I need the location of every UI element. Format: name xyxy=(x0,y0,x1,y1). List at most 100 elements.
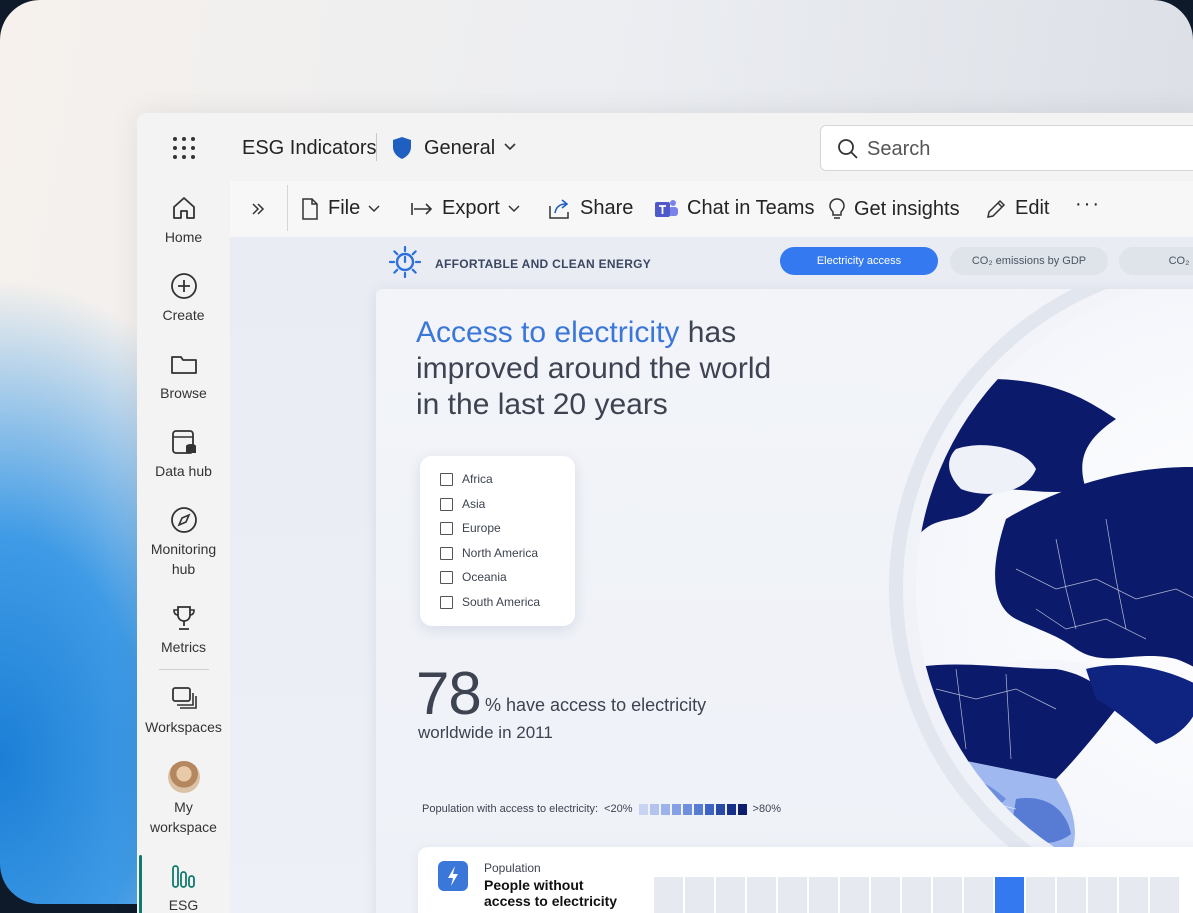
legend-swatch xyxy=(715,803,725,815)
card-title: People without access to electricity xyxy=(484,877,618,909)
filter-europe[interactable]: Europe xyxy=(440,521,501,535)
kpi-value: 78 xyxy=(416,660,482,727)
home-icon xyxy=(172,197,195,219)
filter-oceania[interactable]: Oceania xyxy=(440,570,507,584)
app-window: ESG Indicators General Search Home Creat… xyxy=(137,113,1193,913)
checkbox[interactable] xyxy=(440,472,453,486)
nav-label: Home xyxy=(164,229,203,245)
kpi-subtitle: worldwide in 2011 xyxy=(418,723,553,742)
legend-swatch xyxy=(649,803,659,815)
export-menu[interactable]: Export xyxy=(410,197,520,220)
checkbox[interactable] xyxy=(440,570,453,584)
toolbar-separator xyxy=(287,185,288,231)
export-icon xyxy=(411,202,433,215)
file-icon xyxy=(302,197,318,220)
nav-metrics[interactable]: Metrics xyxy=(137,603,230,657)
share-button[interactable]: Share xyxy=(548,197,633,220)
chat-label: Chat in Teams xyxy=(687,197,815,219)
file-menu[interactable]: File xyxy=(300,197,380,220)
edit-button[interactable]: Edit xyxy=(985,197,1049,220)
nav-workspaces[interactable]: Workspaces xyxy=(137,683,230,737)
filter-label: Asia xyxy=(462,497,486,511)
chevron-down-icon[interactable] xyxy=(503,142,517,152)
checkbox[interactable] xyxy=(440,595,453,609)
get-insights-button[interactable]: Get insights xyxy=(828,197,960,221)
legend-label: Population with access to electricity: xyxy=(422,803,599,815)
tab-co2-emissions-by-gdp[interactable]: CO₂ emissions by GDP xyxy=(950,247,1108,275)
search-placeholder: Search xyxy=(867,138,931,160)
filter-label: North America xyxy=(462,546,539,560)
region-filter: Africa Asia Europe North America Oceania… xyxy=(420,456,575,626)
file-label: File xyxy=(328,197,361,219)
nav-home[interactable]: Home xyxy=(137,193,230,247)
tab-co2[interactable]: CO₂ xyxy=(1119,247,1193,275)
filter-north-america[interactable]: North America xyxy=(440,546,538,560)
legend-low: <20% xyxy=(604,803,633,815)
population-card: Population People without access to elec… xyxy=(418,847,1193,913)
legend-swatch xyxy=(693,803,703,815)
sensitivity-label[interactable]: General xyxy=(424,137,495,160)
more-options-button[interactable]: ··· xyxy=(1075,193,1101,216)
search-box[interactable]: Search xyxy=(820,125,1193,171)
legend-swatch xyxy=(660,803,670,815)
card-category: Population xyxy=(484,861,541,875)
legend-swatch xyxy=(704,803,714,815)
nav-create[interactable]: Create xyxy=(137,271,230,325)
legend-swatch xyxy=(682,803,692,815)
checkbox[interactable] xyxy=(440,521,453,535)
workspaces-icon xyxy=(171,687,197,709)
nav-label: Metrics xyxy=(160,639,207,655)
folder-icon xyxy=(170,356,197,374)
app-launcher-icon[interactable] xyxy=(173,137,195,159)
insights-label: Get insights xyxy=(854,197,960,220)
lightning-icon xyxy=(438,861,468,891)
nav-esg[interactable]: ESG xyxy=(137,861,230,913)
data-hub-icon xyxy=(171,430,196,454)
report-canvas: AFFORTABLE AND CLEAN ENERGY Electricity … xyxy=(230,237,1193,913)
teams-icon xyxy=(655,199,678,217)
chat-in-teams-button[interactable]: Chat in Teams xyxy=(653,197,814,220)
kpi-unit: % have access to electricity xyxy=(485,695,707,715)
nav-label: My workspace xyxy=(150,799,217,835)
nav-data-hub[interactable]: Data hub xyxy=(137,427,230,481)
export-label: Export xyxy=(442,197,500,219)
left-navigation: Home Create Browse Data hub Monitoring h… xyxy=(137,183,230,913)
headline: Access to electricity has improved aroun… xyxy=(416,315,796,423)
search-icon xyxy=(838,139,858,159)
sdg-energy-icon xyxy=(388,245,422,279)
report-title[interactable]: ESG Indicators xyxy=(242,137,377,160)
nav-label: Workspaces xyxy=(145,719,222,735)
pencil-icon xyxy=(987,199,1006,218)
legend-swatch xyxy=(726,803,736,815)
shield-icon xyxy=(393,137,411,159)
legend-swatch xyxy=(737,803,747,815)
checkbox[interactable] xyxy=(440,497,453,511)
nav-label: Monitoring hub xyxy=(150,541,217,577)
nav-label: Browse xyxy=(160,385,207,401)
share-label: Share xyxy=(580,197,634,219)
population-bar-strip[interactable] xyxy=(654,877,1179,913)
nav-browse[interactable]: Browse xyxy=(137,349,230,403)
headline-highlight: Access to electricity xyxy=(416,316,680,349)
filter-south-america[interactable]: South America xyxy=(440,595,540,609)
filter-label: Europe xyxy=(462,521,501,535)
nav-label: Create xyxy=(162,307,205,323)
world-map-globe[interactable] xyxy=(756,289,1193,849)
legend-swatch xyxy=(671,803,681,815)
compass-icon xyxy=(170,507,197,533)
report-card: Access to electricity has improved aroun… xyxy=(376,289,1193,913)
nav-my-workspace[interactable]: My workspace xyxy=(137,761,230,837)
map-legend: Population with access to electricity: <… xyxy=(422,803,781,815)
section-label: AFFORTABLE AND CLEAN ENERGY xyxy=(435,257,652,271)
tab-electricity-access[interactable]: Electricity access xyxy=(780,247,938,275)
filter-asia[interactable]: Asia xyxy=(440,497,485,511)
content-area: File Export Share Chat in Teams Get insi… xyxy=(230,181,1193,913)
expand-pane-icon[interactable] xyxy=(250,201,266,217)
nav-label: Data hub xyxy=(155,463,212,479)
nav-monitoring-hub[interactable]: Monitoring hub xyxy=(137,505,230,579)
legend-swatch xyxy=(638,803,648,815)
checkbox[interactable] xyxy=(440,546,453,560)
filter-label: Oceania xyxy=(462,570,507,584)
top-bar: ESG Indicators General Search xyxy=(137,113,1193,183)
filter-africa[interactable]: Africa xyxy=(440,472,493,486)
